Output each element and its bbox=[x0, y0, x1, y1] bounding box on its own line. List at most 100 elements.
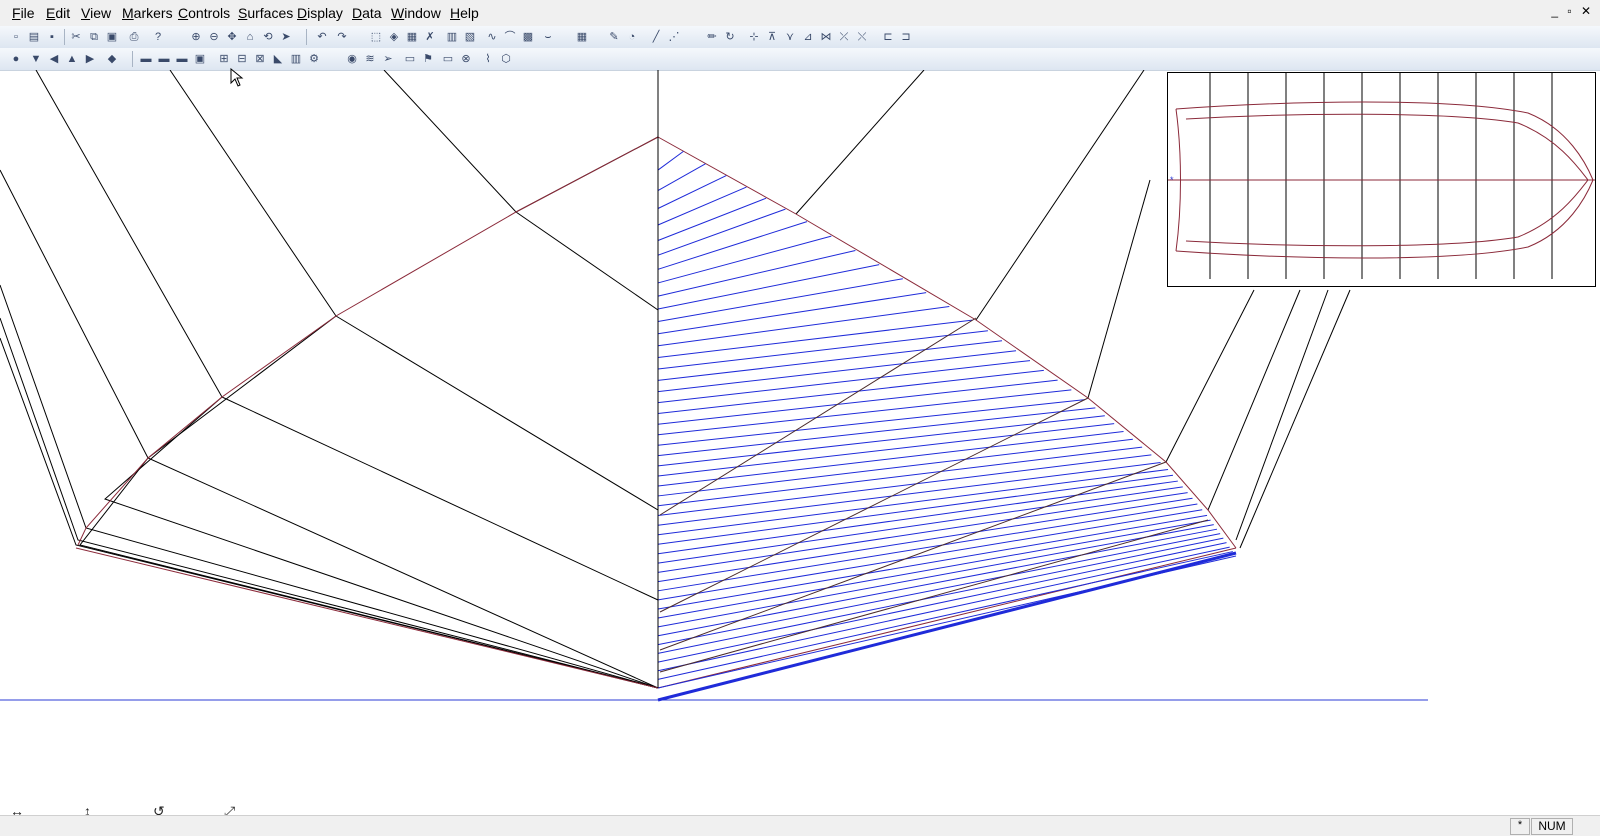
status-bar: * NUM bbox=[0, 815, 1600, 836]
paste-icon[interactable]: ▣ bbox=[104, 29, 120, 45]
menu-surfaces[interactable]: Surfaces bbox=[238, 5, 293, 21]
offset-icon[interactable]: ⊐ bbox=[898, 29, 914, 45]
station-line bbox=[657, 546, 1230, 672]
status-indicator: * bbox=[1510, 818, 1530, 835]
layer-icon[interactable]: ▦ bbox=[404, 29, 420, 45]
buttocks-icon[interactable]: ⊟ bbox=[234, 51, 250, 67]
menu-file[interactable]: File bbox=[12, 5, 35, 21]
rotate-view-icon[interactable]: ⟲ bbox=[260, 29, 276, 45]
measure-icon[interactable]: ⊿ bbox=[800, 29, 816, 45]
menu-edit[interactable]: Edit bbox=[46, 5, 70, 21]
stations-icon[interactable]: ⊞ bbox=[216, 51, 232, 67]
help-icon[interactable]: ? bbox=[150, 29, 166, 45]
split-icon[interactable]: ⤬ bbox=[854, 29, 870, 45]
chart-icon[interactable]: ▧ bbox=[462, 29, 478, 45]
select-icon[interactable]: ⬚ bbox=[368, 29, 384, 45]
view-up-icon[interactable]: ▲ bbox=[64, 51, 80, 67]
snap-icon[interactable]: ⊹ bbox=[746, 29, 762, 45]
maroon-frame-lines bbox=[75, 136, 1237, 689]
plan-view-icon[interactable]: ▬ bbox=[174, 51, 190, 67]
rectangle-icon[interactable]: ▭ bbox=[440, 51, 456, 67]
waterlines-icon[interactable]: ⊠ bbox=[252, 51, 268, 67]
filter-icon[interactable]: ▼ bbox=[28, 51, 44, 67]
menu-controls[interactable]: Controls bbox=[178, 5, 230, 21]
station-line bbox=[657, 514, 1208, 610]
pan-icon[interactable]: ✥ bbox=[224, 29, 240, 45]
fit-curve-icon[interactable]: ⌣ bbox=[540, 29, 556, 45]
station-line bbox=[657, 468, 1169, 536]
pencil-icon[interactable]: ✎ bbox=[606, 29, 622, 45]
line-tool-icon[interactable]: ╱ bbox=[648, 29, 664, 45]
perspective-icon[interactable]: ◆ bbox=[104, 51, 120, 67]
sphere-icon[interactable]: ● bbox=[8, 51, 24, 67]
intersect-icon[interactable]: ⋈ bbox=[818, 29, 834, 45]
copy-icon[interactable]: ⧉ bbox=[86, 29, 102, 45]
sweep-icon[interactable]: ⋎ bbox=[782, 29, 798, 45]
menu-markers[interactable]: Markers bbox=[122, 5, 173, 21]
zoom-out-icon[interactable]: ⊖ bbox=[206, 29, 222, 45]
flag-icon[interactable]: ⚑ bbox=[420, 51, 436, 67]
arrow-icon[interactable]: ➢ bbox=[380, 51, 396, 67]
toolbar-separator bbox=[306, 29, 307, 45]
draw-icon[interactable]: ✏ bbox=[704, 29, 720, 45]
station-line bbox=[657, 454, 1152, 517]
grid-icon[interactable]: ▦ bbox=[574, 29, 590, 45]
tag-icon[interactable]: ⬡ bbox=[498, 51, 514, 67]
station-line bbox=[657, 163, 706, 191]
plan-view-drawing: * bbox=[1168, 73, 1595, 279]
pointer-tool-icon[interactable]: ➤ bbox=[278, 29, 294, 45]
window-controls[interactable]: _ ▫ ✕ bbox=[1551, 4, 1594, 18]
multi-line-icon[interactable]: ⋰ bbox=[666, 29, 682, 45]
frame-icon[interactable]: ▭ bbox=[402, 51, 418, 67]
trim-icon[interactable]: ⤫ bbox=[836, 29, 852, 45]
station-line bbox=[657, 551, 1233, 680]
view-left-icon[interactable]: ◀ bbox=[46, 51, 62, 67]
station-line bbox=[657, 175, 727, 209]
station-line bbox=[657, 446, 1143, 507]
save-icon[interactable]: ▪ bbox=[44, 29, 60, 45]
menu-data[interactable]: Data bbox=[352, 5, 382, 21]
hull-outline-lines bbox=[0, 70, 1351, 689]
curve-icon[interactable]: ∿ bbox=[484, 29, 500, 45]
spline-icon[interactable]: ⌒ bbox=[502, 29, 518, 45]
inset-hull-outline bbox=[1168, 101, 1595, 259]
undo-icon[interactable]: ↶ bbox=[314, 29, 330, 45]
align-icon[interactable]: ⊼ bbox=[764, 29, 780, 45]
station-line bbox=[657, 369, 1044, 414]
print-icon[interactable]: ⎙ bbox=[126, 29, 142, 45]
perspective-view-icon[interactable]: ▣ bbox=[192, 51, 208, 67]
zoom-in-icon[interactable]: ⊕ bbox=[188, 29, 204, 45]
redo-icon[interactable]: ↷ bbox=[334, 29, 350, 45]
new-file-icon[interactable]: ▫ bbox=[8, 29, 24, 45]
control-net-icon[interactable]: ▩ bbox=[520, 29, 536, 45]
menu-display[interactable]: Display bbox=[297, 5, 343, 21]
data-table-icon[interactable]: ▥ bbox=[288, 51, 304, 67]
cross-icon[interactable]: ⊗ bbox=[458, 51, 474, 67]
contour-icon[interactable]: ≋ bbox=[362, 51, 378, 67]
shade-icon[interactable]: ◉ bbox=[344, 51, 360, 67]
wave-icon[interactable]: ⌇ bbox=[480, 51, 496, 67]
body-plan-icon[interactable]: ▬ bbox=[138, 51, 154, 67]
marker-icon[interactable]: ◈ bbox=[386, 29, 402, 45]
menu-help[interactable]: Help bbox=[450, 5, 479, 21]
cut-icon[interactable]: ✂ bbox=[68, 29, 84, 45]
station-line bbox=[657, 197, 767, 241]
open-folder-icon[interactable]: ▤ bbox=[26, 29, 42, 45]
view-right-icon[interactable]: ▶ bbox=[82, 51, 98, 67]
menu-window[interactable]: Window bbox=[391, 5, 441, 21]
options-icon[interactable]: ⚙ bbox=[306, 51, 322, 67]
refresh-icon[interactable]: ↻ bbox=[722, 29, 738, 45]
delete-icon[interactable]: ✗ bbox=[422, 29, 438, 45]
circle-arc-icon[interactable]: ◔ bbox=[624, 29, 640, 45]
keel-line bbox=[657, 551, 1237, 702]
station-line bbox=[657, 319, 973, 358]
table-icon[interactable]: ▥ bbox=[444, 29, 460, 45]
station-line bbox=[657, 524, 1214, 628]
plan-view-inset[interactable]: * bbox=[1167, 72, 1596, 287]
home-view-icon[interactable]: ⌂ bbox=[242, 29, 258, 45]
curvature-icon[interactable]: ◣ bbox=[270, 51, 286, 67]
main-toolbar: ▫ ▤ ▪ ✂ ⧉ ▣ ⎙ ? ⊕ ⊖ ✥ ⌂ ⟲ ➤ ↶ ↷ ⬚ ◈ ▦ ✗ … bbox=[0, 26, 1600, 49]
profile-view-icon[interactable]: ▬ bbox=[156, 51, 172, 67]
fillet-icon[interactable]: ⊏ bbox=[880, 29, 896, 45]
menu-view[interactable]: View bbox=[81, 5, 111, 21]
